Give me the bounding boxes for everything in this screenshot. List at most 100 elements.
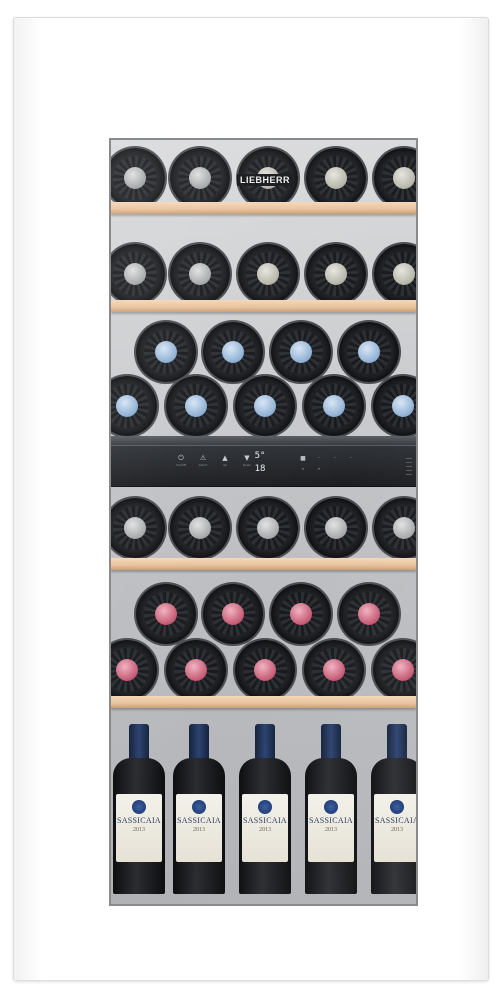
bottle-end xyxy=(170,498,230,558)
up-arrow-icon: ▲ xyxy=(222,454,228,462)
bottle-end xyxy=(373,640,416,700)
star-emblem-icon xyxy=(192,800,206,814)
star-emblem-icon xyxy=(132,800,146,814)
bottle-label: SASSICAIA 2013 xyxy=(308,794,354,862)
set-icon[interactable]: · xyxy=(331,455,339,463)
vent-grille xyxy=(406,458,412,476)
capsule-icon xyxy=(393,263,415,285)
bottle-end xyxy=(374,148,416,208)
capsule-icon xyxy=(358,341,380,363)
standing-bottle: SASSICAIA 2013 xyxy=(305,724,357,894)
capsule-icon xyxy=(325,167,347,189)
bottle-end xyxy=(111,376,157,436)
bottle-end xyxy=(238,244,298,304)
capsule-icon xyxy=(124,167,146,189)
capsule-icon xyxy=(189,263,211,285)
bottle-end xyxy=(235,376,295,436)
power-icon: ⏻ xyxy=(178,454,184,462)
temperature-display: 5° 18 xyxy=(249,450,271,480)
bottle-end xyxy=(339,322,399,382)
bottle-end xyxy=(111,244,165,304)
bottle-end xyxy=(166,376,226,436)
bottle-end xyxy=(111,498,165,558)
wood-shelf[interactable] xyxy=(111,300,416,312)
bottle-end xyxy=(373,376,416,436)
bottle-end xyxy=(271,322,331,382)
standing-bottle: SASSICAIA 2013 xyxy=(173,724,225,894)
wood-shelf[interactable] xyxy=(111,202,416,214)
power-button[interactable]: ⏻ On/Off xyxy=(175,453,187,467)
temp-up-button[interactable]: ▲ Up xyxy=(219,453,231,467)
light-icon[interactable]: · xyxy=(315,455,323,463)
capsule-icon xyxy=(116,395,138,417)
star-emblem-icon xyxy=(258,800,272,814)
bottle-end xyxy=(304,376,364,436)
capsule-icon xyxy=(185,395,207,417)
capsule-icon xyxy=(222,603,244,625)
bottle-end xyxy=(306,244,366,304)
bottle-end xyxy=(170,244,230,304)
bottle-end xyxy=(304,640,364,700)
capsule-icon xyxy=(392,395,414,417)
standing-bottle: SASSICAIA 2013 xyxy=(113,724,165,894)
wood-shelf[interactable] xyxy=(111,696,416,708)
capsule-icon xyxy=(393,167,415,189)
capsule-icon xyxy=(124,263,146,285)
capsule-icon xyxy=(155,603,177,625)
capsule-icon xyxy=(124,517,146,539)
down-small-icon[interactable]: ˅ xyxy=(315,468,323,476)
glass-door[interactable]: LIEBHERR ⏻ On/Off ⚠ Alarm ▲ Up ▼ Down 5°… xyxy=(109,138,418,906)
bottle-row xyxy=(111,322,416,384)
bottle-end xyxy=(203,584,263,644)
bottle-row xyxy=(111,244,416,306)
capsule-icon xyxy=(155,341,177,363)
capsule-icon xyxy=(392,659,414,681)
capsule-icon xyxy=(323,659,345,681)
zone-icon[interactable]: ■ xyxy=(299,455,307,463)
bottle-end xyxy=(271,584,331,644)
bottle-end xyxy=(111,640,157,700)
capsule-icon xyxy=(254,395,276,417)
bottle-row xyxy=(111,640,416,702)
wine-cabinet-frame: LIEBHERR ⏻ On/Off ⚠ Alarm ▲ Up ▼ Down 5°… xyxy=(13,17,489,981)
bottle-end xyxy=(235,640,295,700)
wood-shelf[interactable] xyxy=(111,558,416,570)
lower-zone-temp: 18 xyxy=(254,464,266,474)
control-arrows-right: ˄ ˅ xyxy=(299,468,323,476)
bottle-end xyxy=(339,584,399,644)
capsule-icon xyxy=(257,263,279,285)
brand-logo: LIEBHERR xyxy=(237,174,294,186)
bottle-end xyxy=(306,498,366,558)
alarm-button[interactable]: ⚠ Alarm xyxy=(197,453,209,467)
bottle-label: SASSICAIA 2013 xyxy=(374,794,416,862)
capsule-icon xyxy=(116,659,138,681)
standing-bottle: SASSICAIA 2013 xyxy=(371,724,416,894)
capsule-icon xyxy=(325,517,347,539)
control-buttons-right: ■ · · · xyxy=(299,455,355,463)
bottle-row xyxy=(111,584,416,646)
standing-bottle: SASSICAIA 2013 xyxy=(239,724,291,894)
control-buttons-left: ⏻ On/Off ⚠ Alarm ▲ Up ▼ Down xyxy=(175,453,253,467)
bottle-label: SASSICAIA 2013 xyxy=(242,794,288,862)
menu-icon[interactable]: · xyxy=(347,455,355,463)
capsule-icon xyxy=(185,659,207,681)
capsule-icon xyxy=(393,517,415,539)
capsule-icon xyxy=(325,263,347,285)
bottle-row xyxy=(111,376,416,438)
bottle-end xyxy=(374,244,416,304)
bottle-label: SASSICAIA 2013 xyxy=(176,794,222,862)
up-small-icon[interactable]: ˄ xyxy=(299,468,307,476)
capsule-icon xyxy=(257,517,279,539)
bottle-end xyxy=(136,584,196,644)
bottle-end xyxy=(111,148,165,208)
bottle-end xyxy=(166,640,226,700)
bottle-end xyxy=(238,498,298,558)
capsule-icon xyxy=(189,517,211,539)
star-emblem-icon xyxy=(390,800,404,814)
capsule-icon xyxy=(323,395,345,417)
capsule-icon xyxy=(358,603,380,625)
bottle-end xyxy=(170,148,230,208)
capsule-icon xyxy=(290,341,312,363)
bottle-end xyxy=(136,322,196,382)
capsule-icon xyxy=(222,341,244,363)
